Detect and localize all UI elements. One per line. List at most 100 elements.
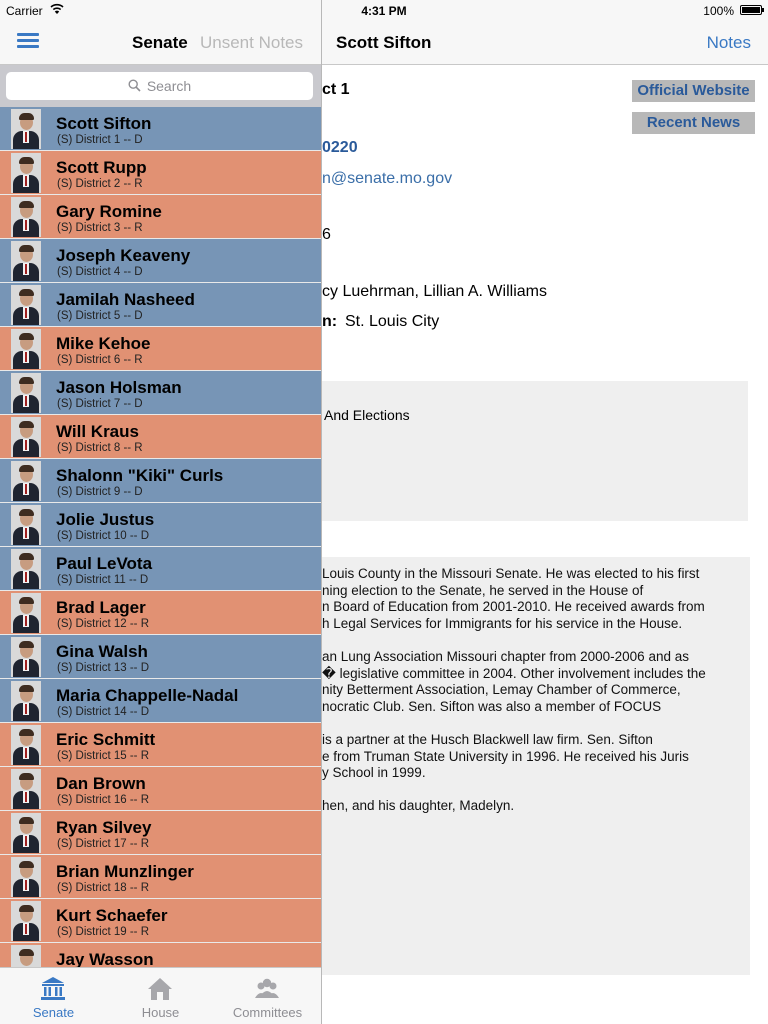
senator-photo	[11, 109, 41, 149]
tab-house[interactable]: House	[107, 968, 214, 1024]
senator-name: Mike Kehoe	[56, 334, 151, 353]
senator-name: Brian Munzlinger	[56, 862, 194, 881]
tab-committees-label: Committees	[232, 1005, 303, 1020]
senator-district: (S) District 14 -- D	[57, 706, 149, 718]
senator-row[interactable]: Kurt Schaefer (S) District 19 -- R	[0, 899, 321, 943]
search-icon	[128, 79, 141, 92]
senator-name: Scott Rupp	[56, 158, 147, 177]
senator-photo	[11, 813, 41, 853]
senator-district: (S) District 16 -- R	[57, 794, 149, 806]
senator-name: Jay Wasson	[56, 950, 154, 967]
senator-name: Jason Holsman	[56, 378, 182, 397]
senator-row[interactable]: Gary Romine (S) District 3 -- R	[0, 195, 321, 239]
senator-row[interactable]: Mike Kehoe (S) District 6 -- R	[0, 327, 321, 371]
senator-district: (S) District 13 -- D	[57, 662, 149, 674]
committee-item: And Elections	[324, 407, 410, 423]
senator-name: Kurt Schaefer	[56, 906, 168, 925]
menu-icon[interactable]	[17, 33, 39, 49]
senator-photo	[11, 593, 41, 633]
senator-row[interactable]: Joseph Keaveny (S) District 4 -- D	[0, 239, 321, 283]
senator-name: Jolie Justus	[56, 510, 155, 529]
senator-photo	[11, 373, 41, 413]
senator-row[interactable]: Brad Lager (S) District 12 -- R	[0, 591, 321, 635]
senator-name: Scott Sifton	[56, 114, 152, 133]
senator-photo	[11, 681, 41, 721]
senator-row[interactable]: Scott Rupp (S) District 2 -- R	[0, 151, 321, 195]
senator-row[interactable]: Gina Walsh (S) District 13 -- D	[0, 635, 321, 679]
senator-photo	[11, 285, 41, 325]
senator-row[interactable]: Jay Wasson	[0, 943, 321, 967]
biography-line: � legislative committee in 2004. Other i…	[322, 665, 706, 681]
senator-row[interactable]: Brian Munzlinger (S) District 18 -- R	[0, 855, 321, 899]
senator-district: (S) District 1 -- D	[57, 134, 143, 146]
senator-district: (S) District 9 -- D	[57, 486, 143, 498]
senator-photo	[11, 549, 41, 589]
senator-photo	[11, 197, 41, 237]
tab-bar: Senate House Committees	[0, 967, 321, 1024]
staff-names: cy Luehrman, Lillian A. Williams	[322, 283, 547, 300]
senator-row[interactable]: Will Kraus (S) District 8 -- R	[0, 415, 321, 459]
senator-photo	[11, 725, 41, 765]
notes-button[interactable]: Notes	[707, 33, 751, 53]
search-input[interactable]: Search	[6, 72, 313, 100]
senator-row[interactable]: Ryan Silvey (S) District 17 -- R	[0, 811, 321, 855]
biography-line: h Legal Services for Immigrants for his …	[322, 615, 683, 631]
senator-district: (S) District 19 -- R	[57, 926, 149, 938]
senator-district: (S) District 2 -- R	[57, 178, 143, 190]
senator-name: Gina Walsh	[56, 642, 148, 661]
senator-row[interactable]: Dan Brown (S) District 16 -- R	[0, 767, 321, 811]
senator-photo	[11, 461, 41, 501]
official-website-button[interactable]: Official Website	[632, 80, 755, 102]
status-bar: Carrier 4:31 PM 100%	[0, 0, 768, 22]
senator-row[interactable]: Shalonn "Kiki" Curls (S) District 9 -- D	[0, 459, 321, 503]
senator-row[interactable]: Jolie Justus (S) District 10 -- D	[0, 503, 321, 547]
senator-district: (S) District 7 -- D	[57, 398, 143, 410]
senator-row[interactable]: Scott Sifton (S) District 1 -- D	[0, 107, 321, 151]
senator-row[interactable]: Jason Holsman (S) District 7 -- D	[0, 371, 321, 415]
senator-name: Shalonn "Kiki" Curls	[56, 466, 224, 485]
senator-photo	[11, 241, 41, 281]
senator-photo	[11, 329, 41, 369]
biography-line: y School in 1999.	[322, 765, 426, 781]
biography-line: Louis County in the Missouri Senate. He …	[322, 566, 700, 581]
senator-district: (S) District 5 -- D	[57, 310, 143, 322]
senator-district: (S) District 3 -- R	[57, 222, 143, 234]
biography-line: e from Truman State University in 1996. …	[322, 748, 689, 764]
senator-photo	[11, 857, 41, 897]
senator-row[interactable]: Jamilah Nasheed (S) District 5 -- D	[0, 283, 321, 327]
tab-senate-segment[interactable]: Senate	[132, 33, 188, 53]
senator-district: (S) District 18 -- R	[57, 882, 149, 894]
biography-line: nocratic Club. Sen. Sifton was also a me…	[322, 698, 662, 714]
committees-box: And Elections	[322, 381, 748, 521]
senator-row[interactable]: Maria Chappelle-Nadal (S) District 14 -- …	[0, 679, 321, 723]
senator-row[interactable]: Eric Schmitt (S) District 15 -- R	[0, 723, 321, 767]
senator-photo	[11, 901, 41, 941]
tab-committees[interactable]: Committees	[214, 968, 321, 1024]
clock: 4:31 PM	[361, 4, 407, 18]
capitol-building-icon	[41, 977, 65, 1000]
people-icon	[255, 978, 279, 998]
residence-label: n:	[322, 313, 338, 330]
senator-name: Paul LeVota	[56, 554, 153, 573]
senator-list-pane: Senate Unsent Notes Search Scott Sifton(…	[0, 0, 322, 1024]
tab-senate[interactable]: Senate	[0, 968, 107, 1024]
senator-name: Eric Schmitt	[56, 730, 156, 749]
biography-line: is a partner at the Husch Blackwell law …	[322, 732, 653, 747]
detail-title: Scott Sifton	[336, 33, 432, 52]
recent-news-button[interactable]: Recent News	[632, 112, 755, 134]
senator-list: Scott Sifton (S) District 1 -- D Scott Rup…	[0, 107, 321, 967]
phone-link[interactable]: 0220	[322, 139, 358, 157]
room-number: 6	[322, 226, 331, 243]
email-link[interactable]: n@senate.mo.gov	[322, 170, 452, 188]
senator-district: (S) District 12 -- R	[57, 618, 149, 630]
battery-percent: 100%	[703, 4, 734, 18]
search-bar: Search	[0, 65, 321, 107]
senator-row[interactable]: Paul LeVota (S) District 11 -- D	[0, 547, 321, 591]
senator-district: (S) District 10 -- D	[57, 530, 149, 542]
senator-photo	[11, 769, 41, 809]
house-icon	[148, 978, 172, 1000]
senator-name: Will Kraus	[56, 422, 139, 441]
battery-icon	[740, 5, 764, 15]
biography-line: n Board of Education from 2001-2010. He …	[322, 599, 705, 615]
tab-unsent-notes-segment[interactable]: Unsent Notes	[200, 33, 303, 53]
